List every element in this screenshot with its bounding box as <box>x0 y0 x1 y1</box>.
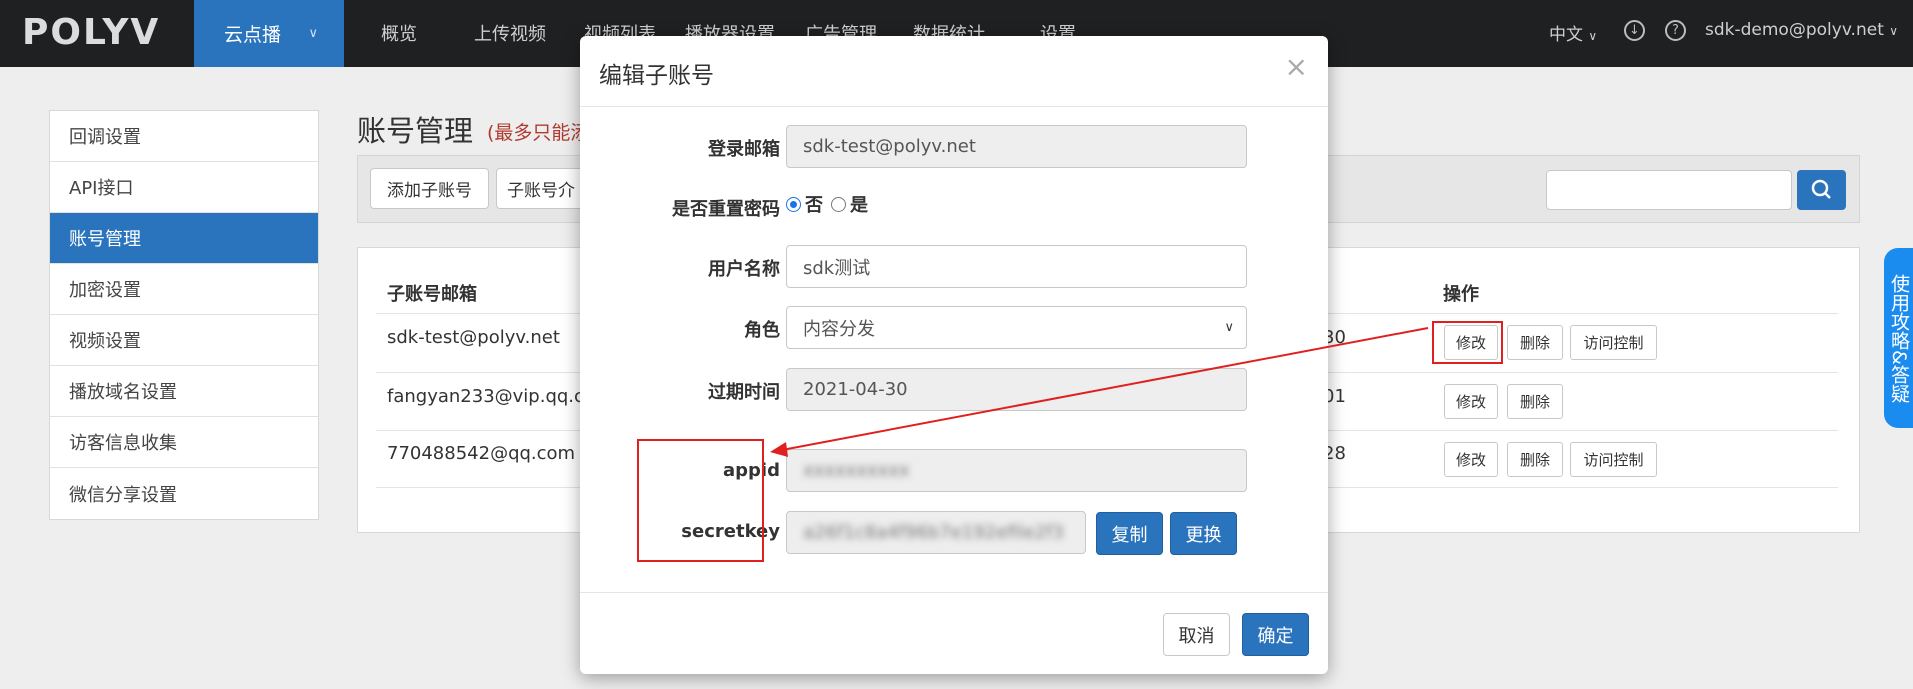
annotation-arrow <box>770 327 1429 457</box>
